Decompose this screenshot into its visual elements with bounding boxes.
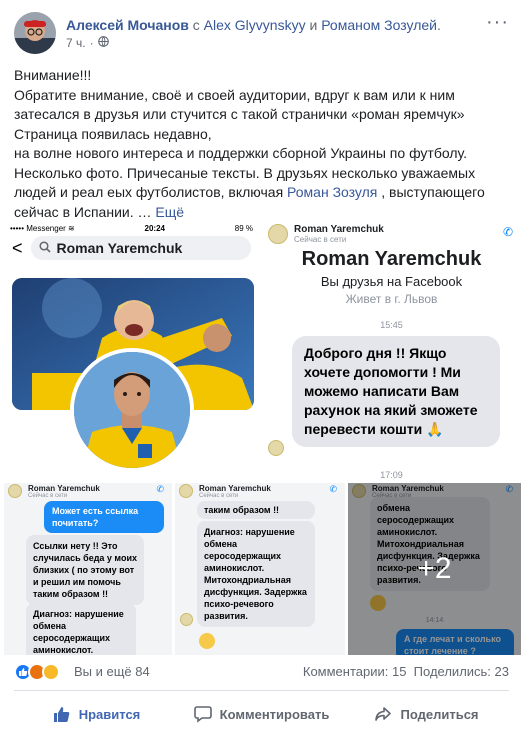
sender-mini-avatar	[180, 613, 193, 626]
like-label: Нравится	[78, 706, 141, 722]
comment-button[interactable]: Комментировать	[179, 696, 344, 732]
photo-grid: ••••• Messenger ≋ 20:24 89 % < Roman Yar…	[0, 222, 523, 655]
header-period: .	[436, 17, 441, 33]
incoming-message-bubble: таким образом !!	[197, 501, 315, 519]
photo-5[interactable]: Roman Yaremchuk Сейчас в сети ✆ обмена с…	[348, 483, 521, 655]
author-line: Алексей Мочанов с Alex Glyvynskyy и Рома…	[66, 16, 441, 34]
wow-reaction-icon	[42, 663, 60, 681]
chat-name: Roman Yaremchuk	[28, 484, 100, 493]
globe-icon[interactable]	[97, 36, 109, 50]
photo-3[interactable]: Roman Yaremchuk Сейчас в сети ✆ Может ес…	[4, 483, 172, 655]
profile-name: Roman Yaremchuk	[301, 248, 482, 270]
share-label: Поделиться	[400, 706, 479, 722]
more-photos-overlay[interactable]: +2	[348, 483, 521, 655]
scam-message-bubble: Доброго дня !! Якщо хочете допомогти ! М…	[292, 336, 500, 447]
post-actions: Нравится Комментировать Поделиться	[14, 696, 509, 732]
outgoing-message-bubble: Может есть ссылка почитать?	[44, 501, 164, 533]
chat-header: Roman Yaremchuk Сейчас в сети	[262, 222, 521, 248]
sad-face-icon	[199, 633, 215, 649]
chat-header: Roman Yaremchuk Сейчас в сети	[175, 483, 345, 501]
carrier-label: ••••• Messenger	[10, 224, 66, 233]
post-line-text: людей и реал еых футболистов, включая	[14, 184, 284, 200]
meta-separator: ·	[89, 36, 94, 50]
post-line-text: сейчас в Испании. …	[14, 203, 152, 220]
profile-picture	[70, 348, 194, 472]
chat-timestamp: 15:45	[380, 320, 403, 330]
sender-mini-avatar	[268, 440, 284, 456]
actions-divider	[14, 690, 509, 691]
post-line-tail: , выступающего	[377, 184, 485, 200]
phone-status-bar: ••••• Messenger ≋ 20:24 89 %	[4, 222, 259, 234]
post-line: на волне нового интереса и поддержки сбо…	[14, 145, 467, 161]
shares-count[interactable]: Поделились: 23	[414, 664, 509, 679]
incoming-message-bubble: Диагноз: нарушение обмена серосодержащих…	[197, 521, 315, 627]
comment-icon	[193, 705, 212, 723]
comment-label: Комментировать	[219, 706, 330, 722]
post-line: сейчас в Испании. … Ещё	[14, 203, 509, 223]
author-avatar[interactable]	[14, 12, 56, 54]
post-line: Обратите внимание, своё и своей аудитори…	[14, 86, 455, 103]
reaction-stats: Комментарии: 15 Поделились: 23	[303, 664, 509, 679]
post-line: Страница появилась недавно,	[14, 125, 212, 142]
see-more-link[interactable]: Ещё	[155, 204, 184, 220]
facebook-post: Алексей Мочанов с Alex Glyvynskyy и Рома…	[0, 0, 523, 739]
wifi-icon: ≋	[68, 224, 75, 233]
phone-call-icon: ✆	[329, 484, 337, 494]
incoming-message-bubble: Диагноз: нарушение обмена серосодержащих…	[26, 603, 136, 655]
chat-header: Roman Yaremchuk Сейчас в сети	[4, 483, 172, 501]
search-box: Roman Yaremchuk	[30, 236, 251, 260]
with-word: с	[192, 17, 200, 33]
phone-call-icon: ✆	[156, 484, 164, 494]
share-icon	[374, 705, 392, 723]
post-header: Алексей Мочанов с Alex Glyvynskyy и Рома…	[14, 12, 509, 58]
tagged-person-2[interactable]: Романом Зозулей	[321, 17, 437, 33]
incoming-message-bubble: Ссылки нету !! Это случилась беда у моих…	[26, 535, 144, 605]
post-line: Внимание!!!	[14, 67, 92, 83]
chat-timestamp: 17:09	[380, 470, 403, 480]
reactions-bar: Вы и ещё 84 Комментарии: 15 Поделились: …	[14, 661, 509, 683]
more-photos-count: +2	[417, 552, 452, 585]
chat-name: Roman Yaremchuk	[294, 224, 384, 235]
post-meta: 7 ч. ·	[66, 36, 109, 50]
like-button[interactable]: Нравится	[14, 696, 179, 732]
phone-call-icon: ✆	[502, 225, 513, 239]
post-time[interactable]: 7 ч.	[66, 36, 86, 50]
photo-4[interactable]: Roman Yaremchuk Сейчас в сети ✆ таким об…	[175, 483, 345, 655]
messenger-search-row: < Roman Yaremchuk	[4, 234, 259, 262]
chat-status: Сейчас в сети	[294, 235, 347, 244]
photo-2[interactable]: Roman Yaremchuk Сейчас в сети ✆ Roman Ya…	[262, 222, 521, 480]
reaction-icons[interactable]	[14, 663, 60, 681]
post-line: Несколько фото. Причесаные тексты. В дру…	[14, 164, 476, 181]
comments-count[interactable]: Комментарии: 15	[303, 664, 407, 679]
search-query: Roman Yaremchuk	[56, 240, 183, 256]
phone-clock: 20:24	[144, 224, 165, 233]
tagged-person-link[interactable]: Роман Зозуля	[287, 184, 377, 200]
post-line: затесался в друзья или стучится с такой …	[14, 106, 465, 122]
chat-avatar	[8, 484, 22, 498]
chat-status: Сейчас в сети	[28, 493, 68, 499]
photo-1[interactable]: ••••• Messenger ≋ 20:24 89 % < Roman Yar…	[4, 222, 259, 480]
share-button[interactable]: Поделиться	[344, 696, 509, 732]
post-text: Внимание!!! Обратите внимание, своё и св…	[14, 66, 509, 222]
chat-avatar	[268, 224, 288, 244]
post-line: людей и реал еых футболистов, включая Ро…	[14, 183, 509, 203]
friends-line: Вы друзья на Facebook	[320, 274, 463, 289]
back-arrow-icon: <	[12, 238, 23, 258]
chat-name: Roman Yaremchuk	[199, 484, 271, 493]
chat-avatar	[179, 484, 193, 498]
more-dots-icon[interactable]: ···	[486, 12, 509, 32]
reaction-summary[interactable]: Вы и ещё 84	[74, 664, 150, 679]
chat-status: Сейчас в сети	[199, 493, 239, 499]
and-word: и	[309, 17, 318, 33]
author-name[interactable]: Алексей Мочанов	[66, 17, 189, 33]
thumbs-up-icon	[53, 705, 71, 723]
tagged-person-1[interactable]: Alex Glyvynskyy	[204, 17, 306, 33]
lives-line: Живет в г. Львов	[345, 292, 438, 306]
search-icon	[38, 240, 51, 256]
battery-label: 89 %	[234, 224, 253, 233]
